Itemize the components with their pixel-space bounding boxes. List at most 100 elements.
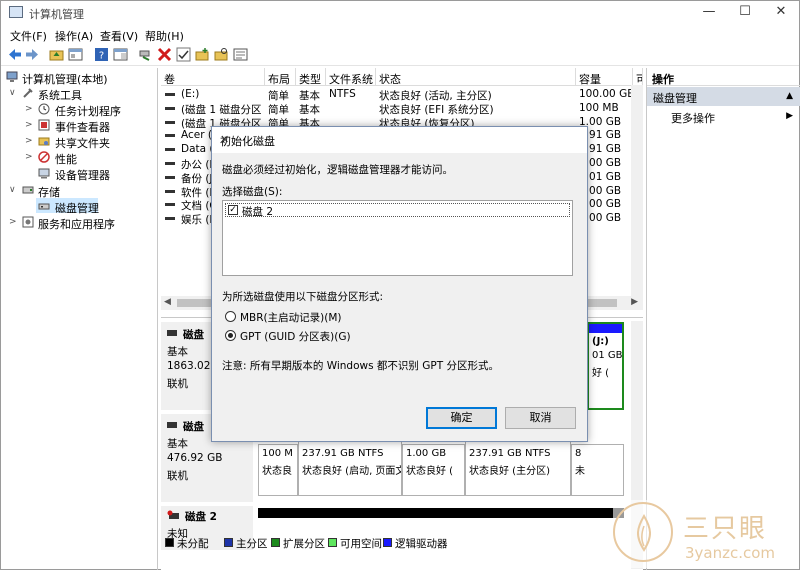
mbr-label[interactable]: MBR(主启动记录)(M) [240,310,342,325]
properties-icon[interactable] [113,47,128,62]
partition-style-label: 为所选磁盘使用以下磁盘分区形式: [222,291,384,303]
menu-action[interactable]: 操作(A) [55,28,93,44]
maximize-button[interactable]: ☐ [727,1,763,25]
tree-item-shared-folders[interactable]: 共享文件夹 [55,135,110,151]
storage-icon [22,186,34,194]
disk-1-partition-3[interactable]: 1.00 GB 状态良好 ( [402,444,465,496]
gpt-radio[interactable] [225,330,236,341]
close-button[interactable]: ✕ [763,1,799,25]
volume-row[interactable]: (磁盘 1 磁盘分区 1)简单基本状态良好 (EFI 系统分区)100 MB1 [161,102,643,116]
tree-item-root[interactable]: 计算机管理(本地) [22,71,108,87]
list-view-icon[interactable] [233,47,248,62]
search-folder-icon[interactable] [214,47,229,62]
watermark-text: 三只眼 [683,514,768,544]
up-folder-icon[interactable] [49,47,64,62]
connect-icon[interactable] [138,47,153,62]
partition-size: 8 [575,448,582,459]
volume-icon [165,162,175,165]
help-icon[interactable]: ? [94,47,109,62]
volume-vertical-scrollbar[interactable] [631,85,643,310]
tree-item-device-manager[interactable]: 设备管理器 [55,167,110,183]
volume-icon [165,175,175,179]
disk-0-name: 磁盘 [183,329,204,341]
actions-section-disk-management[interactable]: 磁盘管理 [647,87,800,106]
more-actions-link[interactable]: 更多操作 [671,110,715,126]
menu-help[interactable]: 帮助(H) [145,28,184,44]
partition-size: 01 GB [592,350,623,361]
chevron-down-icon[interactable]: ∨ [9,88,16,98]
tree-item-disk-management[interactable]: 磁盘管理 [55,200,99,216]
legend-logical: 逻辑驱动器 [395,538,448,550]
collapse-arrow-icon[interactable]: ▲ [786,91,793,101]
column-header-layout[interactable]: 布局 [265,68,296,86]
volume-cell: 基本 [299,103,320,116]
console-tree-icon[interactable] [68,47,83,62]
disk-1-partition-2[interactable]: 237.91 GB NTFS 状态良好 (启动, 页面文 [298,434,402,496]
volume-cell: 简单 [268,90,289,102]
volume-icon [165,120,175,124]
column-header-volume[interactable]: 卷 [161,68,265,86]
partition-size: 237.91 GB NTFS [302,448,384,459]
chevron-right-icon[interactable]: > [9,217,17,227]
services-icon [22,216,34,228]
partition-status: 状态良好 (启动, 页面文 [302,466,402,477]
chevron-right-icon[interactable]: > [25,152,33,162]
mbr-radio[interactable] [225,311,236,322]
flame-icon [637,514,651,552]
disk-0-partition-j[interactable]: (J:) 01 GB 好 ( [587,322,624,410]
column-header-status[interactable]: 状态 [376,68,576,86]
menu-file[interactable]: 文件(F) [10,28,47,44]
volume-cell: 状态良好 (EFI 系统分区) [379,103,494,116]
back-arrow-icon[interactable] [7,47,22,62]
partition-size: 100 M [262,448,293,459]
tree-item-services[interactable]: 服务和应用程序 [38,216,115,232]
menu-bar: 文件(F) 操作(A) 查看(V) 帮助(H) [1,25,799,44]
disk-2-checkbox[interactable]: ✓ [228,205,238,215]
cancel-button[interactable]: 取消 [505,407,576,429]
minimize-button[interactable]: — [691,1,727,25]
volume-cell: 简单 [268,103,289,116]
clock-icon [38,103,50,115]
chevron-right-icon[interactable]: > [25,136,33,146]
tree-item-task-scheduler[interactable]: 任务计划程序 [55,103,121,119]
volume-cell: (E:) [181,88,200,100]
check-icon[interactable] [176,47,191,62]
disk-management-icon [38,203,50,210]
ok-button[interactable]: 确定 [426,407,497,429]
disk-list-item[interactable]: ✓ 磁盘 2 [225,203,570,218]
actions-pane: 操作 磁盘管理 ▲ 更多操作 ▶ [646,68,800,570]
disk-1-partition-5[interactable]: 8 未 [571,444,624,496]
toolbar: ? [1,44,799,66]
new-folder-icon[interactable] [195,47,210,62]
gpt-label[interactable]: GPT (GUID 分区表)(G) [240,329,351,344]
menu-view[interactable]: 查看(V) [100,28,138,44]
volume-row[interactable]: (E:)简单基本NTFS状态良好 (活动, 主分区)100.00 GB5 [161,88,643,102]
chevron-right-icon[interactable]: > [25,104,33,114]
volume-icon [165,93,175,96]
column-header-capacity[interactable]: 容量 [576,68,633,86]
disk-2-item-label: 磁盘 2 [242,206,274,218]
tree-item-system-tools[interactable]: 系统工具 [38,87,82,103]
forward-arrow-icon[interactable] [25,47,40,62]
disk-icon [167,422,177,428]
delete-icon[interactable] [157,47,172,62]
disk-2-unallocated-bar[interactable] [258,508,624,518]
column-header-type[interactable]: 类型 [296,68,326,86]
dialog-close-icon[interactable]: ✕ [220,133,579,146]
legend: 未分配 主分区 扩展分区 可用空间 逻辑驱动器 [161,536,641,550]
column-header-filesystem[interactable]: 文件系统 [326,68,376,86]
submenu-arrow-icon[interactable]: ▶ [786,111,793,121]
tree-item-event-viewer[interactable]: 事件查看器 [55,119,110,135]
volume-icon [165,134,175,138]
tree-item-performance[interactable]: 性能 [55,151,77,167]
legend-extended: 扩展分区 [283,538,325,550]
legend-swatch-unallocated [165,538,174,547]
chevron-right-icon[interactable]: > [25,120,33,130]
disk-1-partition-1[interactable]: 100 M 状态良 [258,444,298,496]
tools-icon [23,88,33,98]
chevron-down-icon[interactable]: ∨ [9,185,16,195]
column-header-free[interactable]: 可 [633,68,643,86]
disk-1-partition-4[interactable]: 237.91 GB NTFS 状态良好 (主分区) [465,434,571,496]
disk-listbox[interactable]: ✓ 磁盘 2 [222,200,573,276]
window-title: 计算机管理 [29,8,84,21]
